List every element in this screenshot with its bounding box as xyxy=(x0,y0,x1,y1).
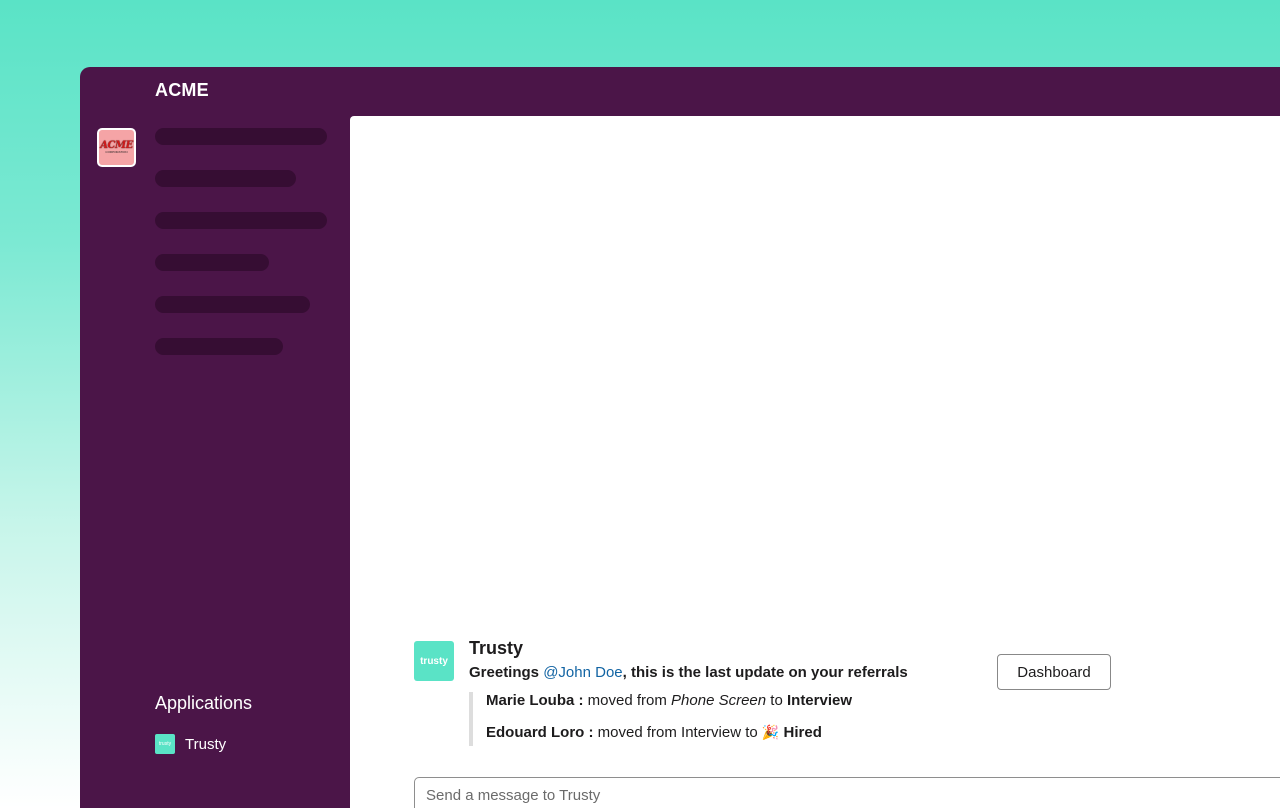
greeting-prefix: Greetings xyxy=(469,664,544,681)
user-mention[interactable]: @John Doe xyxy=(543,664,622,681)
sidebar-placeholder-item xyxy=(155,338,283,355)
to-stage: Interview xyxy=(786,692,853,709)
candidate-name: Marie Louba : xyxy=(486,692,584,709)
workspace-logo-subtext: CORPORATION xyxy=(105,150,128,154)
update-text: moved from Interview to xyxy=(593,724,762,741)
greeting-suffix: , this is the last update on your referr… xyxy=(622,664,908,681)
workspace-title[interactable]: ACME xyxy=(155,80,209,101)
referral-update: Marie Louba : moved from Phone Screen to… xyxy=(486,692,852,710)
update-text: moved from xyxy=(583,692,672,709)
referral-update: Edouard Loro : moved from Interview to 🎉… xyxy=(486,723,852,742)
trusty-avatar[interactable]: trusty xyxy=(414,641,454,681)
sidebar-placeholder-item xyxy=(155,128,327,145)
update-text: to xyxy=(766,692,787,709)
applications-heading: Applications xyxy=(155,693,253,713)
sidebar-item-trusty[interactable]: trusty Trusty xyxy=(155,734,226,754)
message-sender[interactable]: Trusty xyxy=(469,638,523,659)
app-window: ACME ACME CORPORATION Applications trust… xyxy=(80,67,1280,808)
sidebar-item-label: Trusty xyxy=(185,735,227,753)
message-greeting: Greetings @John Doe, this is the last up… xyxy=(469,664,908,681)
referral-updates: Marie Louba : moved from Phone Screen to… xyxy=(469,692,852,746)
party-popper-icon: 🎉 xyxy=(761,724,780,740)
from-stage: Phone Screen xyxy=(671,692,767,709)
sidebar-placeholder-item xyxy=(155,254,269,271)
to-stage: Hired xyxy=(779,724,822,741)
workspace-logo[interactable]: ACME CORPORATION xyxy=(97,128,136,167)
message-pane: trusty Trusty Greetings @John Doe, this … xyxy=(350,116,1280,808)
dashboard-button[interactable]: Dashboard xyxy=(997,654,1111,690)
sidebar-placeholder-item xyxy=(155,212,327,229)
message-input[interactable] xyxy=(414,777,1280,808)
sidebar-placeholder-item xyxy=(155,296,310,313)
trusty-app-icon: trusty xyxy=(155,734,175,754)
candidate-name: Edouard Loro : xyxy=(486,724,594,741)
sidebar-placeholder-item xyxy=(155,170,296,187)
